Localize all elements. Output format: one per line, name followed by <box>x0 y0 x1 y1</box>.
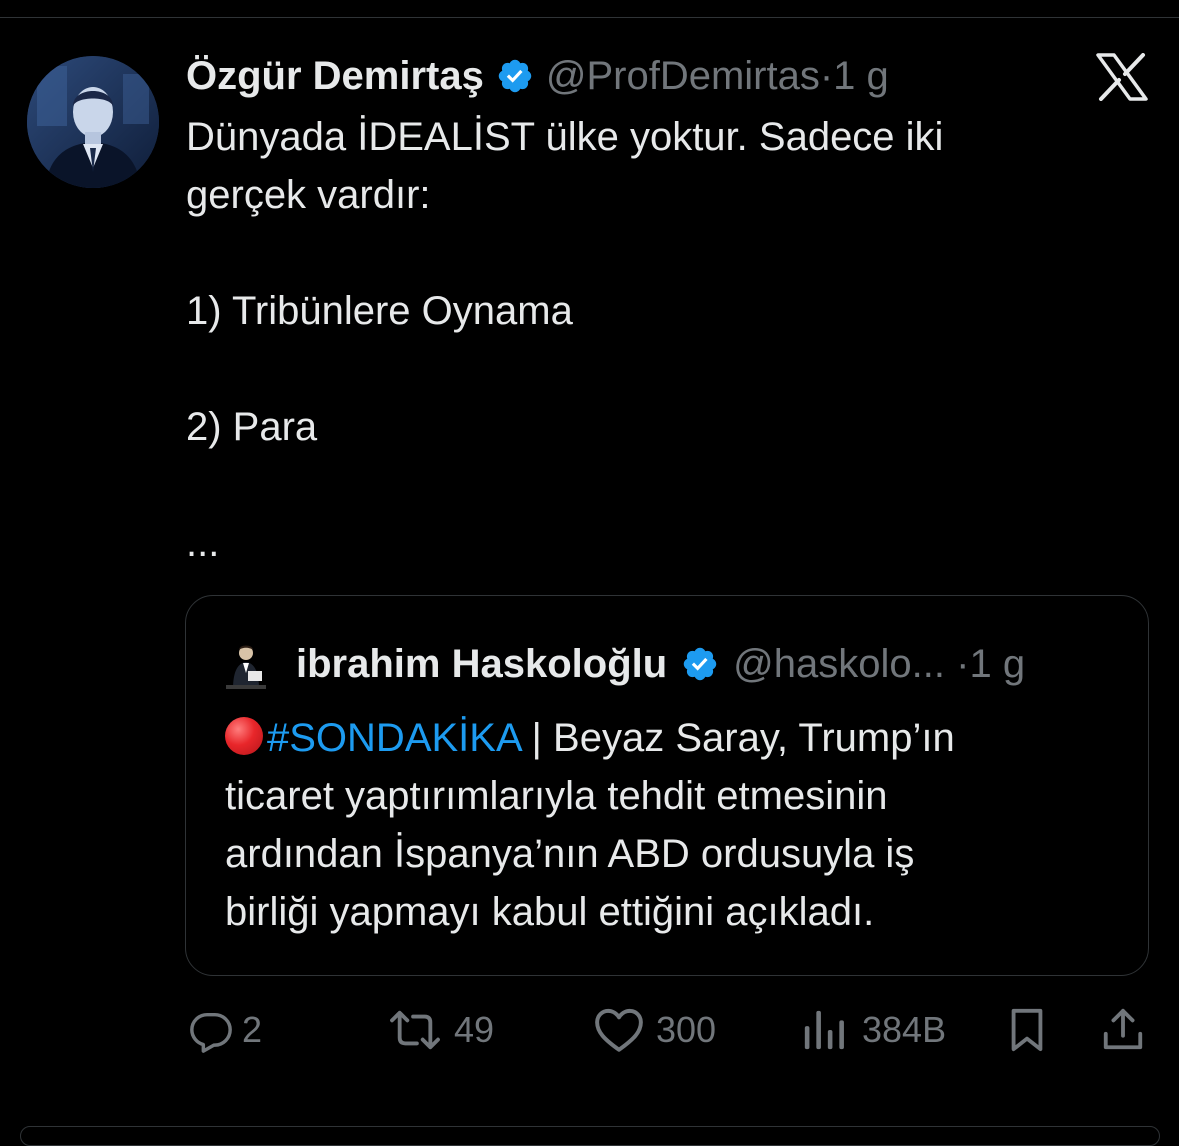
quoted-tweet-line: ardından İspanya’nın ABD ordusuyla iş <box>225 832 915 876</box>
red-circle-emoji-icon <box>225 717 263 755</box>
verified-badge-icon[interactable] <box>496 57 534 95</box>
views-icon <box>802 1007 846 1053</box>
author-handle[interactable]: @ProfDemirtas·1 g <box>546 54 889 99</box>
quoted-author-name[interactable]: ibrahim Haskoloğlu <box>296 642 667 687</box>
tweet-line: ... <box>186 521 220 565</box>
quoted-author-avatar[interactable] <box>224 641 268 689</box>
quoted-author-handle[interactable]: @haskolo... ·1 g <box>733 642 1025 687</box>
reply-icon <box>188 1007 234 1053</box>
views-button[interactable]: 384B <box>802 1000 946 1060</box>
tweet-line: Dünyada İDEALİST ülke yoktur. Sadece iki <box>186 115 944 159</box>
tweet-text: Dünyada İDEALİST ülke yoktur. Sadece iki… <box>186 108 1146 572</box>
tweet-action-bar: 2 49 300 384B <box>0 1000 1179 1060</box>
tweet-line <box>186 224 1146 282</box>
bookmark-icon <box>1006 1007 1048 1053</box>
avatar-image <box>27 56 159 188</box>
top-divider <box>0 17 1179 18</box>
like-button[interactable]: 300 <box>594 1000 716 1060</box>
share-button[interactable] <box>1100 1000 1146 1060</box>
quoted-tweet-line: ticaret yaptırımlarıyla tehdit etmesinin <box>225 774 888 818</box>
quoted-tweet-line: #SONDAKİKA | Beyaz Saray, Trump’ın <box>225 709 1125 767</box>
verified-badge-icon[interactable] <box>681 645 719 683</box>
tweet-line <box>186 456 1146 514</box>
quoted-tweet-line: birliği yapmayı kabul ettiğini açıkladı. <box>225 890 875 934</box>
x-logo-icon <box>1096 53 1148 101</box>
tweet-header: Özgür Demirtaş @ProfDemirtas·1 g <box>186 50 889 102</box>
tweet-line: gerçek vardır: <box>186 173 431 217</box>
author-name[interactable]: Özgür Demirtaş <box>186 54 484 99</box>
quoted-tweet-text: #SONDAKİKA | Beyaz Saray, Trump’ın ticar… <box>225 709 1125 941</box>
tweet-line: 2) Para <box>186 405 318 449</box>
tweet-line: 1) Tribünlere Oynama <box>186 289 573 333</box>
bookmark-button[interactable] <box>1006 1000 1048 1060</box>
next-card-edge <box>20 1126 1160 1146</box>
views-count: 384B <box>862 1009 947 1050</box>
repost-icon <box>388 1007 442 1053</box>
quoted-tweet-header: ibrahim Haskoloğlu @haskolo... ·1 g <box>296 638 1025 690</box>
quoted-tweet-card[interactable]: ibrahim Haskoloğlu @haskolo... ·1 g #SON… <box>185 595 1149 976</box>
tweet-line <box>186 340 1146 398</box>
hashtag-link[interactable]: #SONDAKİKA <box>267 716 520 760</box>
share-icon <box>1100 1006 1146 1054</box>
reply-button[interactable]: 2 <box>188 1000 262 1060</box>
repost-button[interactable]: 49 <box>388 1000 494 1060</box>
repost-count: 49 <box>454 1009 495 1050</box>
like-count: 300 <box>656 1009 717 1050</box>
reply-count: 2 <box>242 1009 263 1050</box>
author-avatar[interactable] <box>27 56 159 188</box>
heart-icon <box>594 1007 644 1053</box>
